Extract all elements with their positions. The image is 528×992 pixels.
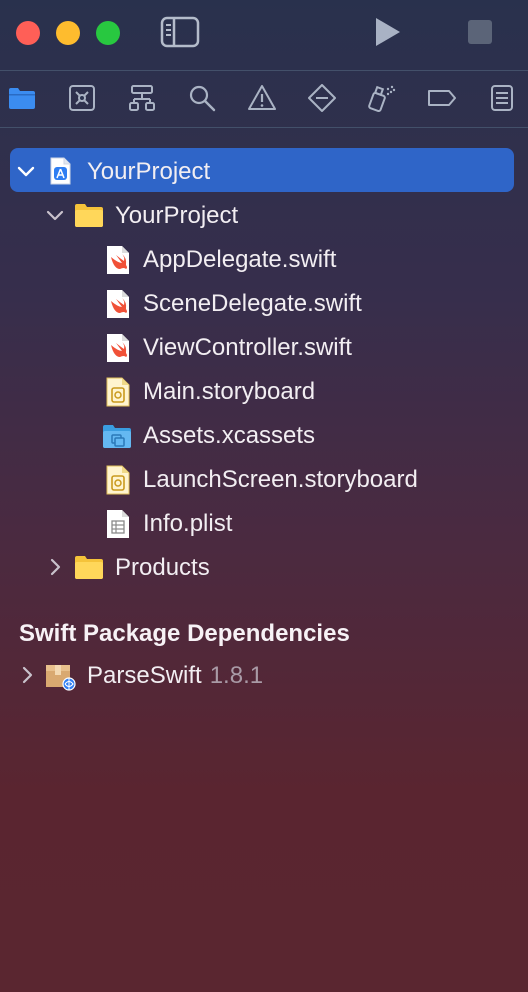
chevron-right-icon[interactable]: [17, 665, 37, 685]
play-icon[interactable]: [372, 16, 404, 48]
chevron-down-icon[interactable]: [45, 205, 65, 225]
tree-item-label: ViewController.swift: [143, 334, 352, 361]
search-icon[interactable]: [188, 84, 216, 112]
stop-icon[interactable]: [468, 20, 492, 44]
asset-catalog-icon: [102, 422, 131, 450]
chevron-right-icon[interactable]: [45, 557, 65, 577]
tree-item-label: YourProject: [115, 202, 239, 229]
source-control-icon[interactable]: [68, 84, 96, 112]
tree-item-label: AppDelegate.swift: [143, 246, 337, 273]
package-label: ParseSwift 1.8.1: [87, 662, 263, 690]
tree-row-file[interactable]: LaunchScreen.storyboard: [0, 457, 528, 501]
tree-row-file[interactable]: AppDelegate.swift: [0, 237, 528, 281]
sidebar-toggle-icon[interactable]: [160, 16, 200, 48]
tree-item-label: YourProject: [87, 158, 211, 185]
swift-file-icon: [104, 333, 132, 362]
package-name: ParseSwift: [87, 662, 202, 689]
folder-icon: [74, 201, 103, 229]
xcode-project-icon: [46, 157, 74, 185]
swift-file-icon: [104, 245, 132, 274]
storyboard-file-icon: [104, 465, 132, 495]
tree-row-file[interactable]: ViewController.swift: [0, 325, 528, 369]
report-icon[interactable]: [488, 84, 516, 112]
spray-icon[interactable]: [368, 84, 396, 112]
package-row[interactable]: ParseSwift 1.8.1: [0, 653, 528, 697]
section-header-packages: Swift Package Dependencies: [19, 620, 350, 647]
tree-row-file[interactable]: SceneDelegate.swift: [0, 281, 528, 325]
folder-icon[interactable]: [8, 84, 36, 112]
breakpoint-icon[interactable]: [428, 84, 456, 112]
hierarchy-icon[interactable]: [128, 84, 156, 112]
toolbar-divider: [0, 70, 528, 71]
tree-row-products[interactable]: Products: [0, 545, 528, 589]
warning-icon[interactable]: [248, 84, 276, 112]
tree-item-label: Assets.xcassets: [143, 422, 316, 449]
diamond-icon[interactable]: [308, 84, 336, 112]
tree-row-group[interactable]: YourProject: [0, 193, 528, 237]
storyboard-file-icon: [104, 377, 132, 407]
window-toolbar: [0, 0, 528, 70]
navigator-divider: [0, 127, 528, 128]
chevron-down-icon[interactable]: [16, 161, 36, 181]
tree-item-label: LaunchScreen.storyboard: [143, 466, 418, 493]
tree-row-file[interactable]: Assets.xcassets: [0, 413, 528, 457]
tree-row-file[interactable]: Info.plist: [0, 501, 528, 545]
package-icon: [44, 661, 78, 691]
tree-item-label: SceneDelegate.swift: [143, 290, 362, 317]
zoom-window-button[interactable]: [96, 21, 120, 45]
selection-highlight: [10, 148, 514, 192]
tree-item-label: Info.plist: [143, 510, 233, 537]
close-window-button[interactable]: [16, 21, 40, 45]
minimize-window-button[interactable]: [56, 21, 80, 45]
swift-file-icon: [104, 289, 132, 318]
tree-row-file[interactable]: Main.storyboard: [0, 369, 528, 413]
tree-row-project[interactable]: YourProject: [0, 140, 528, 192]
tree-item-label: Products: [115, 554, 210, 581]
navigator-tab-bar: [0, 72, 528, 126]
tree-item-label: Main.storyboard: [143, 378, 316, 405]
package-version: 1.8.1: [209, 662, 264, 689]
folder-icon: [74, 553, 103, 581]
plist-file-icon: [104, 509, 132, 538]
